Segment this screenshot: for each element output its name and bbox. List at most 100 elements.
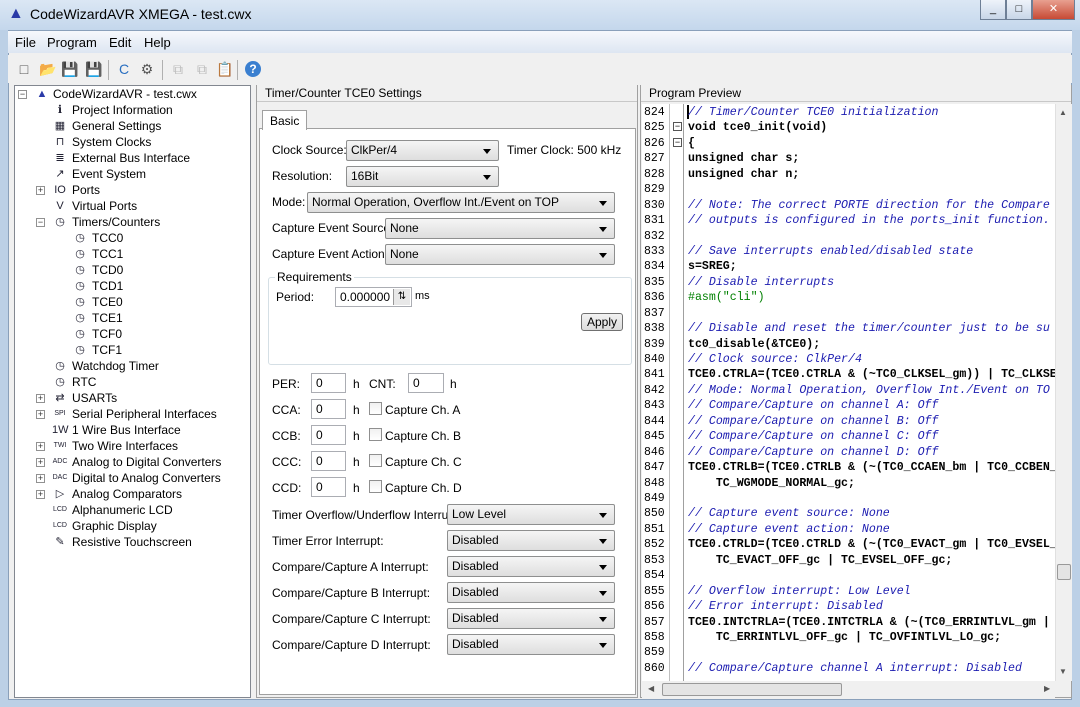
tree-item[interactable]: TCC0: [92, 230, 123, 246]
capture-event-action-select[interactable]: None: [385, 244, 615, 265]
horizontal-scrollbar[interactable]: ◀ ▶: [642, 681, 1055, 698]
timer-icon: ◷: [55, 216, 65, 228]
tree-item[interactable]: Analog to Digital Converters: [72, 454, 221, 470]
scroll-down-icon[interactable]: ▼: [1059, 667, 1067, 676]
watchdog-icon: ◷: [55, 360, 65, 372]
tree-item[interactable]: Graphic Display: [72, 518, 157, 534]
channel-value-input[interactable]: 0: [311, 399, 346, 419]
per-input[interactable]: 0: [311, 373, 346, 393]
expand-icon[interactable]: +: [36, 410, 45, 419]
interrupt-level-select[interactable]: Disabled: [447, 634, 615, 655]
menu-file[interactable]: File: [15, 35, 36, 50]
expand-icon[interactable]: +: [36, 490, 45, 499]
expand-icon[interactable]: +: [36, 394, 45, 403]
expand-icon[interactable]: +: [36, 474, 45, 483]
menu-edit[interactable]: Edit: [109, 35, 131, 50]
notes-icon[interactable]: 📋: [215, 59, 235, 79]
close-button[interactable]: ✕: [1032, 0, 1075, 20]
expand-icon[interactable]: +: [36, 458, 45, 467]
clock-source-select[interactable]: ClkPer/4: [346, 140, 499, 161]
cnt-input[interactable]: 0: [408, 373, 444, 393]
interrupt-level-select[interactable]: Low Level: [447, 504, 615, 525]
clock-signal-icon: ⊓: [55, 136, 65, 148]
scroll-up-icon[interactable]: ▲: [1059, 108, 1067, 117]
tab-basic[interactable]: Basic: [262, 110, 307, 130]
tree-item[interactable]: Ports: [72, 182, 100, 198]
tree-item[interactable]: Timers/Counters: [72, 214, 160, 230]
apply-button[interactable]: Apply: [581, 313, 623, 331]
paste-disabled-icon[interactable]: ⧉: [192, 59, 212, 79]
vertical-scroll-thumb[interactable]: [1057, 564, 1071, 580]
maximize-button[interactable]: □: [1006, 0, 1032, 20]
tree-item[interactable]: Serial Peripheral Interfaces: [72, 406, 217, 422]
cnt-hex-suffix: h: [450, 377, 457, 391]
line-number: 852: [644, 538, 665, 552]
resolution-select[interactable]: 16Bit: [346, 166, 499, 187]
tree-item[interactable]: Two Wire Interfaces: [72, 438, 178, 454]
capture-checkbox[interactable]: [369, 428, 382, 441]
copy-disabled-icon[interactable]: ⧉: [168, 59, 188, 79]
generate-c-icon[interactable]: C: [114, 59, 134, 79]
channel-value-input[interactable]: 0: [311, 451, 346, 471]
virtual-ports-icon: V: [56, 200, 64, 212]
interrupt-level-select[interactable]: Disabled: [447, 530, 615, 551]
tree-item[interactable]: TCD1: [92, 278, 123, 294]
tree-item[interactable]: TCE0: [92, 294, 123, 310]
code-line: // Compare/Capture on channel A: Off: [688, 399, 939, 413]
capture-checkbox[interactable]: [369, 454, 382, 467]
tree-item[interactable]: TCD0: [92, 262, 123, 278]
fold-collapse-icon[interactable]: −: [673, 137, 682, 147]
tree-item[interactable]: Digital to Analog Converters: [72, 470, 221, 486]
tree-item[interactable]: System Clocks: [72, 134, 151, 150]
tree-item[interactable]: Resistive Touchscreen: [72, 534, 192, 550]
generate-save-icon[interactable]: ⚙: [137, 59, 157, 79]
toolbar-separator: [237, 60, 238, 80]
tree-item[interactable]: TCF0: [92, 326, 122, 342]
save-icon[interactable]: 💾: [60, 59, 80, 79]
scroll-left-icon[interactable]: ◀: [648, 684, 654, 693]
tree-item[interactable]: CodeWizardAVR - test.cwx: [53, 86, 197, 102]
collapse-icon[interactable]: −: [36, 218, 45, 227]
new-file-icon[interactable]: □: [14, 59, 34, 79]
expand-icon[interactable]: +: [36, 186, 45, 195]
horizontal-scroll-thumb[interactable]: [662, 683, 842, 696]
tree-item[interactable]: TCC1: [92, 246, 123, 262]
tree-item[interactable]: USARTs: [72, 390, 117, 406]
interrupt-level-select[interactable]: Disabled: [447, 582, 615, 603]
open-icon[interactable]: 📂: [38, 59, 58, 79]
capture-event-source-select[interactable]: None: [385, 218, 615, 239]
channel-label: CCA:: [272, 403, 301, 417]
menu-program[interactable]: Program: [47, 35, 97, 50]
capture-checkbox[interactable]: [369, 480, 382, 493]
tree-item[interactable]: Watchdog Timer: [72, 358, 159, 374]
tree-item[interactable]: TCF1: [92, 342, 122, 358]
menu-help[interactable]: Help: [144, 35, 171, 50]
tree-item[interactable]: Analog Comparators: [72, 486, 182, 502]
tree-item[interactable]: 1 Wire Bus Interface: [72, 422, 181, 438]
period-spinner-icon[interactable]: ⇅: [393, 289, 410, 305]
tree-item[interactable]: General Settings: [72, 118, 161, 134]
tree-item[interactable]: External Bus Interface: [72, 150, 190, 166]
requirements-legend: Requirements: [275, 270, 354, 284]
help-icon[interactable]: ?: [245, 61, 261, 77]
scroll-right-icon[interactable]: ▶: [1044, 684, 1050, 693]
interrupt-level-select[interactable]: Disabled: [447, 608, 615, 629]
tree-item[interactable]: RTC: [72, 374, 96, 390]
tree-item[interactable]: Project Information: [72, 102, 173, 118]
tree-item[interactable]: Virtual Ports: [72, 198, 137, 214]
vertical-scrollbar[interactable]: ▲ ▼: [1055, 104, 1072, 681]
per-label: PER:: [272, 377, 301, 391]
minimize-button[interactable]: _: [980, 0, 1006, 20]
tree-item[interactable]: TCE1: [92, 310, 123, 326]
mode-select[interactable]: Normal Operation, Overflow Int./Event on…: [307, 192, 615, 213]
tree-item[interactable]: Alphanumeric LCD: [72, 502, 173, 518]
channel-value-input[interactable]: 0: [311, 425, 346, 445]
collapse-icon[interactable]: −: [18, 90, 27, 99]
interrupt-level-select[interactable]: Disabled: [447, 556, 615, 577]
fold-collapse-icon[interactable]: −: [673, 122, 682, 132]
tree-item[interactable]: Event System: [72, 166, 146, 182]
save-as-icon[interactable]: 💾: [84, 59, 104, 79]
capture-checkbox[interactable]: [369, 402, 382, 415]
channel-value-input[interactable]: 0: [311, 477, 346, 497]
expand-icon[interactable]: +: [36, 442, 45, 451]
